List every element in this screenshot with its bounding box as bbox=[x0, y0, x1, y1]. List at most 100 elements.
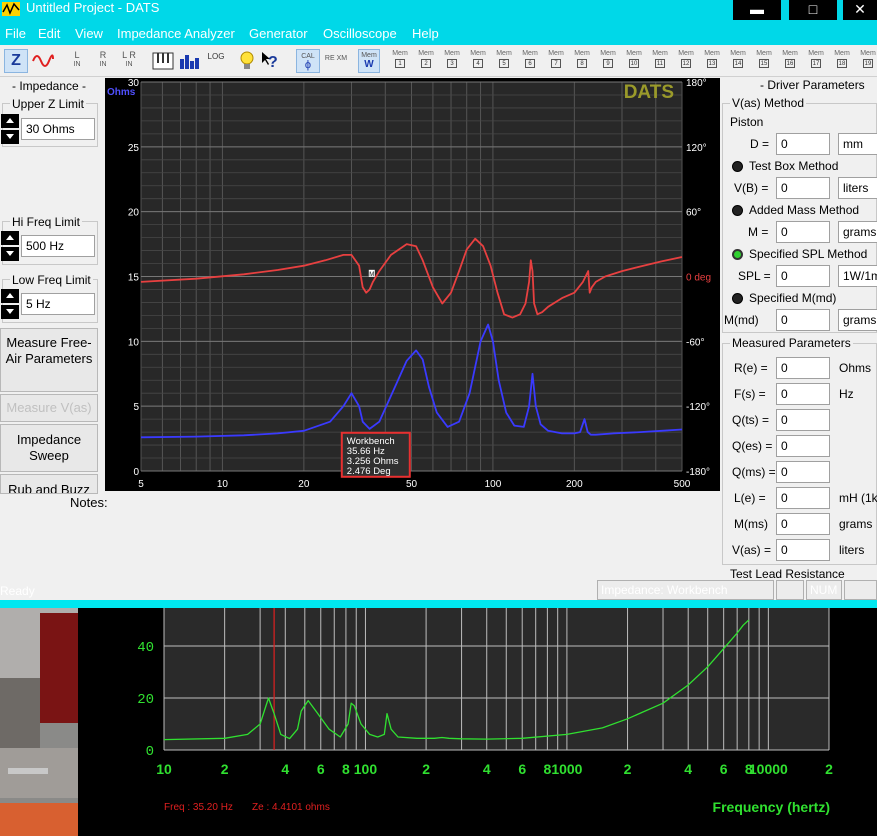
hi-freq-input[interactable]: 500 Hz bbox=[21, 235, 95, 257]
maximize-button[interactable]: □ bbox=[789, 0, 837, 20]
spin-down-icon[interactable] bbox=[1, 247, 19, 261]
m-input[interactable]: 0 bbox=[776, 221, 830, 243]
left-in-bottom-label: IN bbox=[73, 61, 81, 68]
y-tick-label: 20 bbox=[128, 208, 140, 219]
memory-slot-5-button[interactable]: Mem 5 bbox=[493, 50, 515, 72]
menu-view[interactable]: View bbox=[75, 26, 103, 41]
minimize-button[interactable]: ▬ bbox=[733, 0, 781, 20]
low-freq-input[interactable]: 5 Hz bbox=[21, 293, 95, 315]
spin-up-icon[interactable] bbox=[1, 114, 19, 128]
added-mass-label: Added Mass Method bbox=[749, 203, 860, 217]
param-label: L(e) = bbox=[734, 491, 766, 505]
upper-z-input[interactable]: 30 Ohms bbox=[21, 118, 95, 140]
impedance-sweep-button[interactable]: Impedance Sweep bbox=[0, 424, 98, 472]
test-box-radio[interactable] bbox=[732, 161, 743, 172]
menu-help[interactable]: Help bbox=[412, 26, 439, 41]
close-button[interactable]: ✕ bbox=[843, 0, 877, 20]
scope-x-tick-label: 10000 bbox=[749, 761, 788, 777]
piano-keys-icon[interactable] bbox=[152, 49, 174, 73]
menu-bar: File Edit View Impedance Analyzer Genera… bbox=[0, 22, 877, 45]
left-right-in-button[interactable]: L R IN bbox=[118, 49, 140, 73]
memory-slot-18-button[interactable]: Mem 18 bbox=[831, 50, 853, 72]
hi-freq-spinner[interactable] bbox=[1, 231, 19, 261]
vb-input[interactable]: 0 bbox=[776, 177, 830, 199]
scope-x-tick-label: 2 bbox=[825, 761, 833, 777]
scope-x-tick-label: 6 bbox=[720, 761, 728, 777]
scope-x-tick-label: 2 bbox=[422, 761, 430, 777]
impedance-z-button[interactable]: Z bbox=[4, 49, 28, 73]
memory-slot-8-button[interactable]: Mem 8 bbox=[571, 50, 593, 72]
measure-vas-button[interactable]: Measure V(as) bbox=[0, 394, 98, 422]
memory-slot-2-button[interactable]: Mem 2 bbox=[415, 50, 437, 72]
param-label: M(ms) bbox=[734, 517, 768, 531]
memory-slot-label: Mem bbox=[730, 50, 746, 57]
spin-down-icon[interactable] bbox=[1, 305, 19, 319]
memory-slot-1-button[interactable]: Mem 1 bbox=[389, 50, 411, 72]
specified-mmd-radio[interactable] bbox=[732, 293, 743, 304]
re-xm-button[interactable]: RE XM bbox=[324, 49, 348, 73]
bar-graph-icon[interactable] bbox=[178, 49, 200, 73]
calibration-button[interactable]: CAL ϕ bbox=[296, 49, 320, 73]
memory-slot-label: Mem bbox=[782, 50, 798, 57]
memory-slot-6-button[interactable]: Mem 6 bbox=[519, 50, 541, 72]
memory-slot-16-button[interactable]: Mem 16 bbox=[779, 50, 801, 72]
sine-wave-icon[interactable] bbox=[32, 49, 54, 73]
measure-free-air-button[interactable]: Measure Free-Air Parameters bbox=[0, 328, 98, 392]
window-border bbox=[0, 600, 877, 608]
spl-method-radio[interactable] bbox=[732, 249, 743, 260]
memory-slot-7-button[interactable]: Mem 7 bbox=[545, 50, 567, 72]
spin-down-icon[interactable] bbox=[1, 130, 19, 144]
memory-slot-label: Mem bbox=[418, 50, 434, 57]
param-value: 0 bbox=[776, 487, 830, 509]
help-cursor-icon[interactable]: ? bbox=[260, 49, 284, 73]
frequency-response-chart[interactable]: 0204010 2 4 6 8 100 2 4 6 8 1000 2 4 6 810000 2Freq : 3… bbox=[78, 608, 877, 836]
memory-slot-11-button[interactable]: Mem 11 bbox=[649, 50, 671, 72]
memory-slot-number: 6 bbox=[525, 59, 535, 68]
memory-slot-number: 14 bbox=[733, 59, 743, 68]
param-label: V(as) = bbox=[732, 543, 772, 557]
spin-up-icon[interactable] bbox=[1, 289, 19, 303]
status-scrl bbox=[844, 580, 877, 600]
d-input[interactable]: 0 bbox=[776, 133, 830, 155]
spl-input[interactable]: 0 bbox=[776, 265, 830, 287]
memory-slot-9-button[interactable]: Mem 9 bbox=[597, 50, 619, 72]
menu-oscilloscope[interactable]: Oscilloscope bbox=[323, 26, 397, 41]
menu-impedance-analyzer[interactable]: Impedance Analyzer bbox=[117, 26, 235, 41]
left-in-button[interactable]: L IN bbox=[66, 49, 88, 73]
upper-z-spinner[interactable] bbox=[1, 114, 19, 144]
lightbulb-icon[interactable] bbox=[238, 49, 256, 73]
memory-slot-12-button[interactable]: Mem 12 bbox=[675, 50, 697, 72]
memory-slot-3-button[interactable]: Mem 3 bbox=[441, 50, 463, 72]
rub-buzz-button[interactable]: Rub and Buzz bbox=[0, 474, 98, 494]
scope-x-tick-label: 4 bbox=[483, 761, 491, 777]
log-button[interactable]: LOG bbox=[204, 49, 228, 73]
x-tick-label: 10 bbox=[217, 479, 229, 490]
spin-up-icon[interactable] bbox=[1, 231, 19, 245]
menu-edit[interactable]: Edit bbox=[38, 26, 60, 41]
scope-x-tick-label: 6 bbox=[317, 761, 325, 777]
memory-slot-15-button[interactable]: Mem 15 bbox=[753, 50, 775, 72]
memory-slot-14-button[interactable]: Mem 14 bbox=[727, 50, 749, 72]
memory-slot-10-button[interactable]: Mem 10 bbox=[623, 50, 645, 72]
right-in-button[interactable]: R IN bbox=[92, 49, 114, 73]
param-value: 0 bbox=[776, 461, 830, 483]
memory-slot-label: Mem bbox=[600, 50, 616, 57]
memory-slot-4-button[interactable]: Mem 4 bbox=[467, 50, 489, 72]
memory-slot-17-button[interactable]: Mem 17 bbox=[805, 50, 827, 72]
impedance-chart[interactable]: 051015202530-180°-120°-60°0 deg60°120°18… bbox=[105, 78, 720, 491]
added-mass-radio[interactable] bbox=[732, 205, 743, 216]
param-unit: liters bbox=[839, 543, 865, 557]
scope-x-tick-label: 4 bbox=[281, 761, 289, 777]
menu-file[interactable]: File bbox=[5, 26, 26, 41]
status-caps bbox=[776, 580, 804, 600]
y-tick-label: 5 bbox=[133, 402, 139, 413]
menu-generator[interactable]: Generator bbox=[249, 26, 308, 41]
low-freq-spinner[interactable] bbox=[1, 289, 19, 319]
memory-w-button[interactable]: Mem W bbox=[358, 49, 380, 73]
param-value: 0 bbox=[776, 435, 830, 457]
mmd-input[interactable]: 0 bbox=[776, 309, 830, 331]
spl-unit: 1W/1m bbox=[838, 265, 877, 287]
memory-slot-13-button[interactable]: Mem 13 bbox=[701, 50, 723, 72]
memory-slot-19-button[interactable]: Mem 19 bbox=[857, 50, 877, 72]
memory-slot-number: 18 bbox=[837, 59, 847, 68]
